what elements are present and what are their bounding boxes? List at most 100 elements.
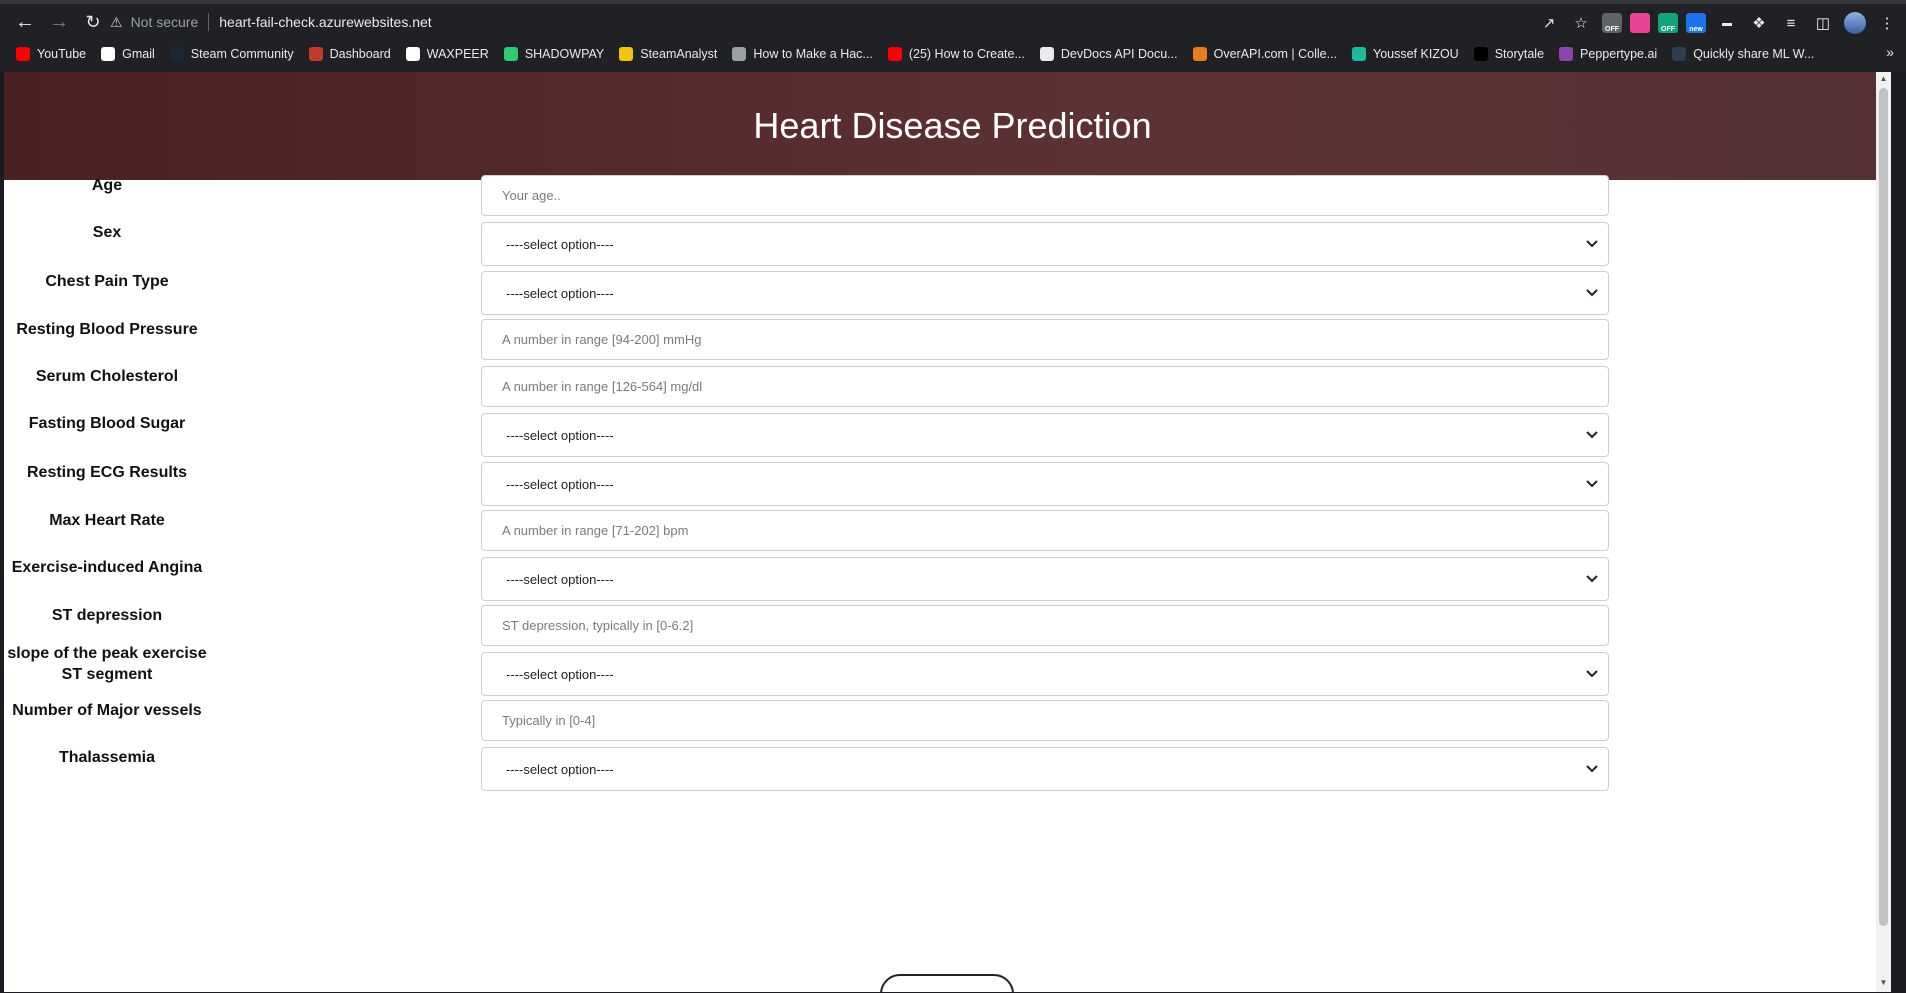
bookmark-label: Peppertype.ai bbox=[1580, 47, 1658, 61]
bookmark-label: Youssef KIZOU bbox=[1373, 47, 1459, 61]
input-placeholder: A number in range [94-200] mmHg bbox=[502, 332, 702, 347]
bookmark-label: DevDocs API Docu... bbox=[1060, 47, 1178, 61]
select-dropdown[interactable]: ----select option---- bbox=[481, 462, 1609, 506]
shadowpay-icon bbox=[503, 47, 518, 61]
text-input[interactable]: Typically in [0-4] bbox=[481, 700, 1609, 741]
bookmark-item[interactable]: Steam Community bbox=[169, 47, 294, 61]
bookmark-label: (25) How to Create... bbox=[908, 47, 1025, 61]
forward-icon[interactable]: → bbox=[42, 7, 76, 37]
overapi-icon bbox=[1192, 47, 1207, 61]
bookmark-label: WAXPEER bbox=[426, 47, 489, 61]
bookmarks-bar: YouTube Gmail Steam Community Dashboard WAXP… bbox=[0, 42, 1906, 66]
field-label: Number of Major vessels bbox=[12, 702, 202, 719]
back-icon[interactable]: ← bbox=[8, 7, 42, 37]
bookmark-item[interactable]: WAXPEER bbox=[405, 47, 489, 61]
chevron-down-icon bbox=[1586, 668, 1598, 680]
field-label: Chest Pain Type bbox=[45, 273, 169, 290]
profile-avatar[interactable] bbox=[1844, 12, 1866, 34]
text-input[interactable]: A number in range [126-564] mg/dl bbox=[481, 366, 1609, 407]
scrollbar-thumb[interactable] bbox=[1879, 88, 1888, 926]
google-icon bbox=[101, 47, 116, 61]
not-secure-label: Not secure bbox=[130, 14, 199, 30]
page-viewport: Heart Disease Prediction Age Your age.. Se… bbox=[4, 72, 1891, 992]
select-dropdown[interactable]: ----select option---- bbox=[481, 652, 1609, 696]
url-text[interactable]: heart-fail-check.azurewebsites.net bbox=[219, 14, 431, 30]
warning-icon: ⚠ bbox=[110, 13, 123, 30]
bookmark-item[interactable]: YouTube bbox=[16, 47, 86, 61]
field-label: Resting ECG Results bbox=[26, 464, 188, 481]
scroll-down-icon[interactable]: ▼ bbox=[1879, 978, 1888, 990]
select-dropdown[interactable]: ----select option---- bbox=[481, 413, 1609, 457]
select-value: ----select option---- bbox=[506, 285, 614, 301]
bookmark-item[interactable]: DevDocs API Docu... bbox=[1039, 47, 1178, 61]
vertical-scrollbar[interactable]: ▲ ▼ bbox=[1876, 72, 1891, 992]
text-input[interactable]: ST depression, typically in [0-6.2] bbox=[481, 605, 1609, 646]
bookmark-label: Gmail bbox=[122, 47, 155, 61]
bookmark-label: SHADOWPAY bbox=[524, 47, 605, 61]
color-extension-icon[interactable] bbox=[1630, 13, 1650, 33]
yk-icon bbox=[1352, 47, 1367, 61]
input-placeholder: A number in range [126-564] mg/dl bbox=[502, 379, 703, 394]
youtube-icon bbox=[887, 47, 902, 61]
chevron-down-icon bbox=[1586, 238, 1598, 250]
field-label: ST depression bbox=[51, 607, 163, 624]
bookmark-item[interactable]: OverAPI.com | Colle... bbox=[1192, 47, 1337, 61]
side-panel-icon[interactable]: ◫ bbox=[1812, 12, 1834, 34]
select-dropdown[interactable]: ----select option---- bbox=[481, 747, 1609, 791]
predict-button[interactable] bbox=[880, 974, 1014, 992]
text-input[interactable]: A number in range [94-200] mmHg bbox=[481, 319, 1609, 360]
bookmark-item[interactable]: How to Make a Hac... bbox=[732, 47, 873, 61]
select-dropdown[interactable]: ----select option---- bbox=[481, 557, 1609, 601]
bookmark-item[interactable]: Storytale bbox=[1473, 47, 1544, 61]
bookmark-item[interactable]: SHADOWPAY bbox=[503, 47, 605, 61]
dark-extension-icon[interactable]: ▬ bbox=[1716, 12, 1738, 34]
address-bar[interactable]: ⚠ Not secure heart-fail-check.azurewebsi… bbox=[110, 7, 1640, 37]
field-label: Thalassemia bbox=[58, 749, 156, 766]
select-value: ----select option---- bbox=[506, 666, 614, 682]
chevron-down-icon bbox=[1586, 287, 1598, 299]
bookmark-item[interactable]: Peppertype.ai bbox=[1559, 47, 1657, 61]
select-value: ----select option---- bbox=[506, 761, 614, 777]
bookmark-item[interactable]: (25) How to Create... bbox=[887, 47, 1025, 61]
bookmark-item[interactable]: Gmail bbox=[101, 47, 155, 61]
bookmark-item[interactable]: SteamAnalyst bbox=[619, 47, 717, 61]
page-title: Heart Disease Prediction bbox=[753, 105, 1152, 146]
bookmark-label: YouTube bbox=[37, 47, 87, 61]
field-label: slope of the peak exercise ST segment bbox=[7, 645, 207, 683]
reading-list-icon[interactable]: ≡ bbox=[1780, 12, 1802, 34]
steamanalyst-icon bbox=[619, 47, 634, 61]
select-dropdown[interactable]: ----select option---- bbox=[481, 222, 1609, 266]
menu-kebab-icon[interactable]: ⋮ bbox=[1876, 12, 1898, 34]
share-icon bbox=[1672, 47, 1687, 61]
bookmark-label: Dashboard bbox=[329, 47, 391, 61]
input-placeholder: Typically in [0-4] bbox=[502, 713, 596, 728]
input-placeholder: A number in range [71-202] bpm bbox=[502, 523, 689, 538]
input-placeholder: Your age.. bbox=[502, 188, 561, 203]
bookmark-star-icon[interactable]: ☆ bbox=[1570, 12, 1592, 34]
off-extension-icon[interactable]: OFF bbox=[1602, 13, 1622, 33]
field-label: Sex bbox=[92, 224, 122, 241]
bookmark-item[interactable]: Quickly share ML W... bbox=[1672, 47, 1814, 61]
text-input[interactable]: Your age.. bbox=[481, 175, 1609, 216]
puzzle-icon[interactable]: ❖ bbox=[1748, 12, 1770, 34]
field-label: Exercise-induced Angina bbox=[11, 559, 203, 576]
new-extension-icon[interactable]: new bbox=[1686, 13, 1706, 33]
bookmark-label: How to Make a Hac... bbox=[753, 47, 873, 61]
chevron-down-icon bbox=[1586, 429, 1598, 441]
toolbar-actions: ↗ ☆ OFF OFF new ▬ ❖ ≡ ◫ ⋮ bbox=[1538, 8, 1898, 38]
select-dropdown[interactable]: ----select option---- bbox=[481, 271, 1609, 315]
field-label: Resting Blood Pressure bbox=[16, 321, 198, 338]
bookmark-item[interactable]: Dashboard bbox=[308, 47, 391, 61]
chevron-down-icon bbox=[1586, 763, 1598, 775]
bookmark-label: Quickly share ML W... bbox=[1693, 47, 1815, 61]
bookmarks-overflow-icon[interactable]: » bbox=[1886, 44, 1894, 60]
reload-icon[interactable]: ↻ bbox=[76, 7, 110, 37]
steam-icon bbox=[169, 47, 184, 61]
text-input[interactable]: A number in range [71-202] bpm bbox=[481, 510, 1609, 551]
share-icon[interactable]: ↗ bbox=[1538, 12, 1560, 34]
chevron-down-icon bbox=[1586, 478, 1598, 490]
scroll-up-icon[interactable]: ▲ bbox=[1879, 74, 1888, 86]
toolbar: ← → ↻ ⚠ Not secure heart-fail-check.azur… bbox=[0, 4, 1906, 40]
bookmark-item[interactable]: Youssef KIZOU bbox=[1352, 47, 1459, 61]
grammarly-extension-icon[interactable]: OFF bbox=[1658, 13, 1678, 33]
